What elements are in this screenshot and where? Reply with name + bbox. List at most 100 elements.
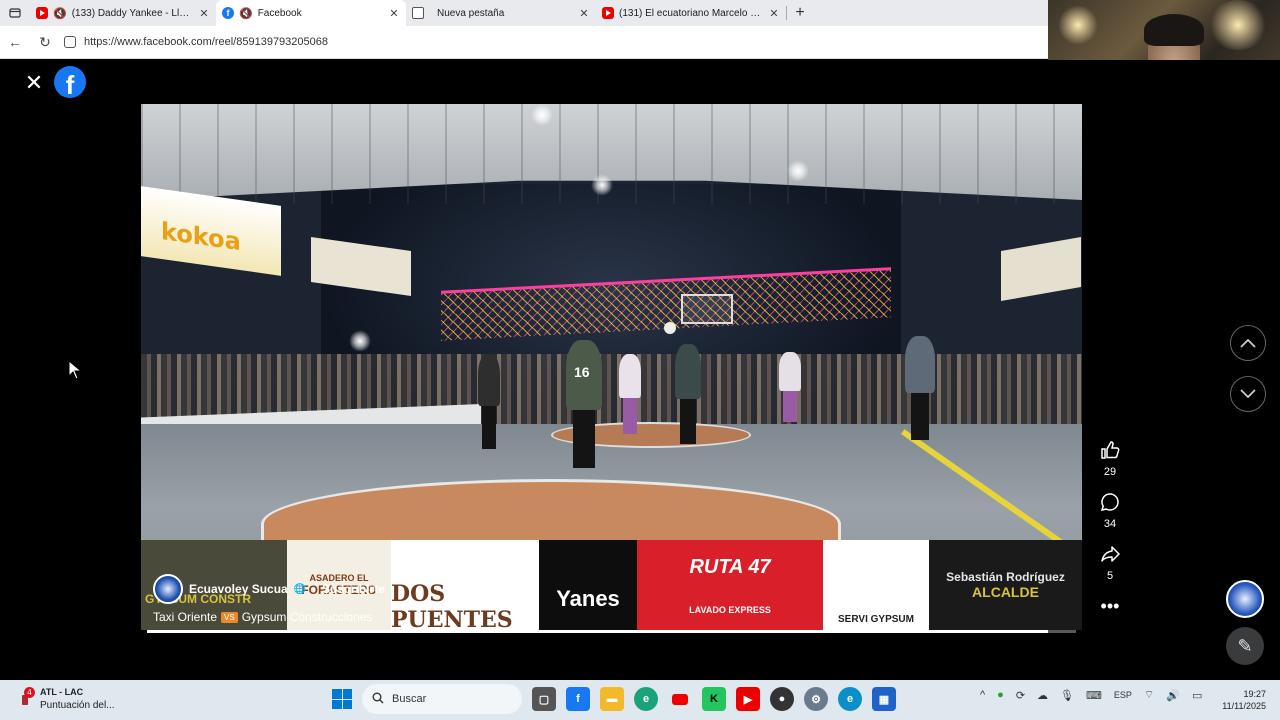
video-progress-fill [147, 630, 1049, 633]
youtube-music-icon[interactable]: ▶ [736, 687, 760, 711]
microphone-icon[interactable]: 🎙 [1060, 689, 1074, 702]
video-player[interactable]: kokoa 16 GYPSUM CONSTR ASADERO EL FORAST… [141, 104, 1082, 630]
new-tab-plus-icon[interactable]: + [787, 4, 813, 22]
scene-player: 16 [566, 340, 602, 468]
taskbar-apps: Buscar ▢ f ▬ e K ▶ ● ⚙ e ▦ [332, 684, 896, 714]
keyboard-icon[interactable]: ⌨ [1086, 689, 1102, 702]
clock-time: 19:27 [1243, 689, 1266, 699]
like-button[interactable]: 29 [1098, 440, 1122, 478]
reel-info: Ecuavoley Sucua 🌐 · Suscribirte Taxi Ori… [153, 574, 385, 624]
previous-reel-chevron-up-icon[interactable] [1230, 325, 1266, 361]
facebook-logo-icon[interactable]: f [54, 66, 86, 98]
close-tab-icon[interactable]: ✕ [768, 7, 780, 20]
taskbar-clock[interactable]: 19:27 11/11/2025 [1222, 688, 1266, 712]
language-indicator[interactable]: ESP [1114, 690, 1132, 700]
scene-banner-text: kokoa [161, 216, 241, 257]
share-count: 5 [1106, 570, 1114, 582]
youtube-app-icon[interactable] [668, 687, 692, 711]
close-tab-icon[interactable]: ✕ [388, 7, 400, 20]
site-info-icon[interactable] [64, 36, 76, 48]
taskbar-widget[interactable]: 4 ATL - LAC Puntuación del... [20, 686, 115, 712]
sponsor-text: Yanes [556, 586, 620, 611]
search-placeholder: Buscar [392, 693, 427, 705]
subscribe-button[interactable]: Suscribirte [322, 582, 385, 596]
tab-youtube-marcelo[interactable]: (131) El ecuatoriano Marcelo Pant ✕ [596, 0, 786, 26]
tab-actions-menu-icon[interactable] [0, 0, 30, 26]
system-tray: ^ ● ⟳ ☁ 🎙 ⌨ ESP ⌔ 🔊 ▭ [980, 688, 1202, 702]
share-button[interactable]: 5 [1098, 544, 1122, 582]
wifi-icon[interactable]: ⌔ [1144, 688, 1154, 702]
edge-dev-icon[interactable]: e [838, 687, 862, 711]
sponsor-ad: Yanes [539, 540, 637, 630]
show-hidden-icons-chevron-icon[interactable]: ^ [980, 689, 985, 701]
close-tab-icon[interactable]: ✕ [198, 7, 210, 20]
tab-title: (131) El ecuatoriano Marcelo Pant [619, 7, 763, 19]
reel-viewer: ✕ f kokoa 16 GYPSUM CONSTR ASADERO EL FO… [4, 60, 1280, 678]
channel-name[interactable]: Ecuavoley Sucua [189, 582, 288, 596]
channel-avatar[interactable] [153, 574, 183, 604]
app-tray-icon[interactable]: ● [997, 689, 1004, 701]
more-options-icon[interactable]: ••• [1098, 596, 1122, 617]
close-icon[interactable]: ✕ [22, 70, 46, 96]
url-text[interactable]: https://www.facebook.com/reel/8591397932… [84, 36, 328, 48]
scene-player-legs [482, 406, 496, 449]
youtube-icon [36, 7, 48, 19]
lamp-glow [1058, 5, 1098, 45]
muted-speaker-icon[interactable]: 🔇 [53, 7, 67, 20]
scene-light [591, 174, 613, 196]
page-profile-avatar[interactable] [1226, 580, 1264, 618]
kick-app-icon[interactable]: K [702, 687, 726, 711]
tab-youtube-daddy-yankee[interactable]: 🔇 (133) Daddy Yankee - Llegan ✕ [30, 0, 216, 26]
cloud-icon[interactable]: ☁ [1037, 689, 1048, 702]
notification-badge: 4 [24, 687, 35, 698]
description-team-left: Taxi Oriente [153, 610, 218, 624]
tab-title: (133) Daddy Yankee - Llegan [71, 7, 193, 19]
vs-badge: VS [221, 611, 238, 623]
file-explorer-icon[interactable]: ▬ [600, 687, 624, 711]
scene-player-legs [573, 410, 595, 468]
facebook-icon: f [222, 7, 234, 19]
widget-subtitle: Puntuación del... [40, 700, 115, 711]
video-progress-bar[interactable] [147, 630, 1076, 633]
windows-start-icon[interactable] [332, 689, 352, 709]
tab-facebook[interactable]: f 🔇 Facebook ✕ [216, 0, 406, 26]
obs-icon[interactable]: ● [770, 687, 794, 711]
sponsor-text: SERVI GYPSUM [838, 614, 914, 625]
sponsor-text: LAVADO EXPRESS [689, 604, 771, 615]
edge-browser-icon[interactable]: e [634, 687, 658, 711]
tab-title: Facebook [257, 7, 302, 19]
comment-icon [1098, 492, 1122, 518]
scene-player-legs [623, 398, 637, 434]
tab-new-tab[interactable]: Nueva pestaña ✕ [406, 0, 596, 26]
taskbar-search[interactable]: Buscar [362, 684, 522, 714]
comment-button[interactable]: 34 [1098, 492, 1122, 530]
battery-icon[interactable]: ▭ [1192, 689, 1202, 702]
clock-date: 11/11/2025 [1222, 701, 1266, 711]
next-reel-chevron-down-icon[interactable] [1230, 376, 1266, 412]
sponsor-text: RUTA 47 [689, 555, 771, 578]
store-icon[interactable]: ▦ [872, 687, 896, 711]
scene-ball [664, 322, 676, 334]
compose-pencil-icon[interactable]: ✎ [1226, 627, 1264, 665]
sponsor-text: Sebastián Rodríguez [946, 570, 1065, 584]
sponsor-text: DOS PUENTES [391, 581, 513, 630]
facebook-app-icon[interactable]: f [566, 687, 590, 711]
volume-icon[interactable]: 🔊 [1166, 689, 1180, 702]
url-field[interactable]: https://www.facebook.com/reel/8591397932… [64, 36, 328, 48]
page-icon [412, 7, 424, 19]
sync-icon[interactable]: ⟳ [1016, 689, 1025, 702]
back-arrow-icon[interactable]: ← [0, 34, 30, 50]
reload-icon[interactable]: ↻ [30, 34, 60, 51]
muted-speaker-icon[interactable]: 🔇 [239, 7, 253, 20]
lamp-glow [1208, 0, 1268, 50]
globe-icon: 🌐 [293, 583, 307, 595]
comment-count: 34 [1103, 518, 1117, 530]
scene-player-shirt [675, 344, 701, 399]
reel-actions: 29 34 5 ••• [1098, 440, 1122, 631]
tab-title: Nueva pestaña [437, 7, 505, 19]
close-tab-icon[interactable]: ✕ [578, 7, 590, 20]
taskbar: 4 ATL - LAC Puntuación del... Buscar ▢ f… [0, 680, 1280, 720]
task-view-icon[interactable]: ▢ [532, 687, 556, 711]
scene-player-shirt [905, 336, 935, 394]
settings-gear-icon[interactable]: ⚙ [804, 687, 828, 711]
